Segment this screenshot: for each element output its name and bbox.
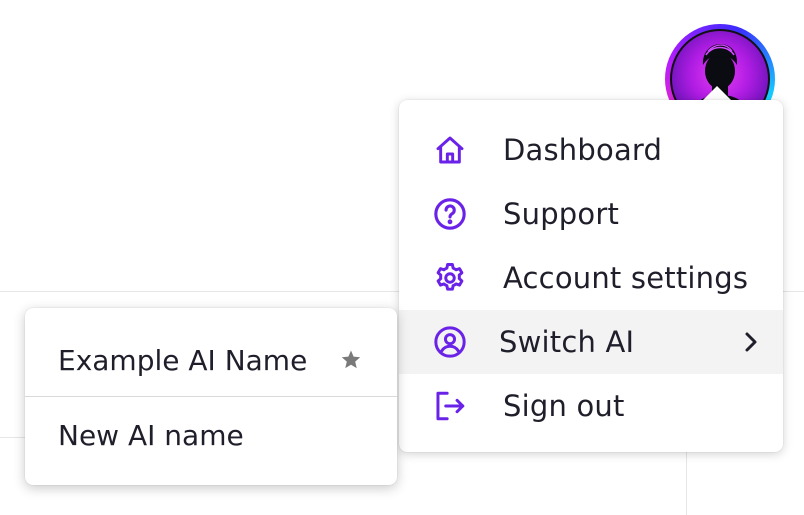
menu-item-label: Switch AI bbox=[499, 325, 635, 359]
submenu-item-new-ai[interactable]: New AI name bbox=[25, 397, 397, 473]
menu-caret bbox=[703, 86, 731, 100]
chevron-right-icon bbox=[743, 330, 759, 354]
menu-item-label: Account settings bbox=[503, 261, 749, 295]
menu-item-switch-ai[interactable]: Switch AI bbox=[399, 310, 783, 374]
switch-ai-submenu: Example AI Name New AI name bbox=[25, 308, 397, 485]
help-circle-icon bbox=[433, 197, 467, 231]
menu-item-support[interactable]: Support bbox=[399, 182, 783, 246]
star-icon bbox=[339, 348, 363, 372]
user-circle-icon bbox=[433, 325, 467, 359]
submenu-item-example-ai[interactable]: Example AI Name bbox=[25, 322, 397, 398]
sign-out-icon bbox=[433, 389, 467, 423]
gear-icon bbox=[433, 261, 467, 295]
submenu-item-label: Example AI Name bbox=[58, 343, 308, 377]
menu-item-label: Dashboard bbox=[503, 133, 663, 167]
menu-item-account-settings[interactable]: Account settings bbox=[399, 246, 783, 310]
account-dropdown-menu: Dashboard Support Account settings Switc… bbox=[399, 100, 783, 452]
menu-item-label: Sign out bbox=[503, 389, 625, 423]
menu-item-label: Support bbox=[503, 197, 620, 231]
home-icon bbox=[433, 133, 467, 167]
submenu-item-label: New AI name bbox=[58, 418, 244, 452]
menu-item-sign-out[interactable]: Sign out bbox=[399, 374, 783, 438]
background-divider bbox=[686, 450, 687, 515]
menu-item-dashboard[interactable]: Dashboard bbox=[399, 118, 783, 182]
